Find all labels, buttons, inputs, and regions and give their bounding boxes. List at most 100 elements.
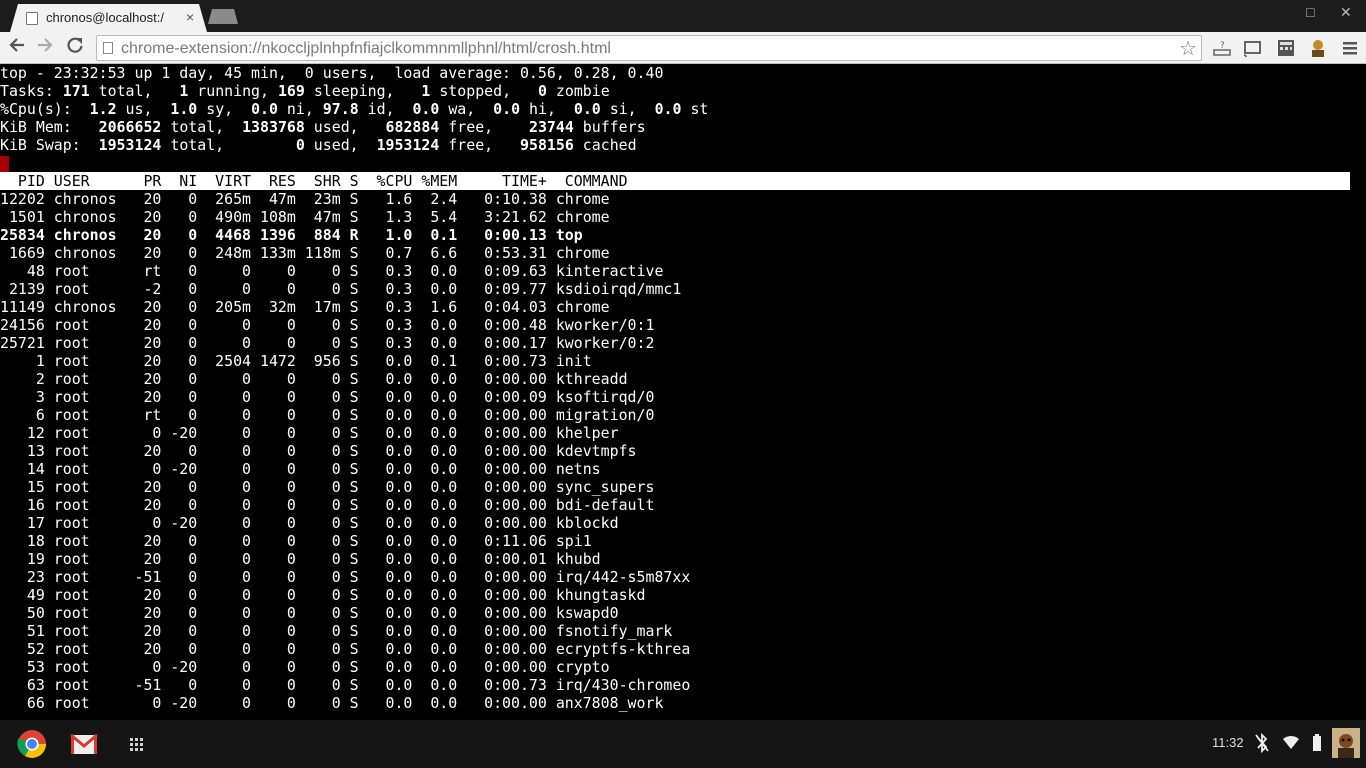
system-clock[interactable]: 11:32	[1212, 735, 1244, 750]
battery-icon[interactable]	[1312, 733, 1322, 753]
summary-text: 958156	[520, 136, 574, 154]
summary-text: stopped,	[430, 82, 538, 100]
address-bar[interactable]: chrome-extension://nkoccljplnhpfnfiajclk…	[96, 35, 1202, 61]
summary-line: Tasks: 171 total, 1 running, 169 sleepin…	[0, 82, 610, 100]
process-row: 3 root 20 0 0 0 0 S 0.0 0.0 0:00.09 ksof…	[0, 388, 655, 406]
summary-line: KiB Swap: 1953124 total, 0 used, 1953124…	[0, 136, 637, 154]
terminal-output[interactable]: top - 23:32:53 up 1 day, 45 min, 0 users…	[0, 64, 1366, 720]
summary-text: total,	[89, 82, 180, 100]
summary-text: 171	[62, 82, 90, 100]
process-row: 53 root 0 -20 0 0 0 S 0.0 0.0 0:00.00 cr…	[0, 658, 610, 676]
summary-text: free,	[439, 136, 521, 154]
wifi-icon[interactable]	[1282, 733, 1300, 753]
process-row: 1669 chronos 20 0 248m 133m 118m S 0.7 6…	[0, 244, 610, 262]
summary-text: wa,	[439, 100, 494, 118]
summary-text: 1.0	[170, 100, 198, 118]
summary-text: Tasks:	[0, 82, 63, 100]
maximize-icon[interactable]: □	[1306, 4, 1314, 20]
extension-icon[interactable]: ?	[1212, 38, 1232, 58]
process-row: 66 root 0 -20 0 0 0 S 0.0 0.0 0:00.00 an…	[0, 694, 664, 712]
summary-text: used,	[304, 136, 377, 154]
process-row: 18 root 20 0 0 0 0 S 0.0 0.0 0:11.06 spi…	[0, 532, 592, 550]
process-row: 1 root 20 0 2504 1472 956 S 0.0 0.1 0:00…	[0, 352, 592, 370]
summary-text: cached	[573, 136, 637, 154]
bluetooth-off-icon[interactable]	[1254, 732, 1270, 754]
summary-text: sleeping,	[304, 82, 422, 100]
summary-text: free,	[439, 118, 529, 136]
tab-strip: chronos@localhost:/ × □ ✕	[0, 0, 1366, 32]
summary-text: 0.0	[251, 100, 278, 118]
calculator-icon[interactable]	[1276, 38, 1296, 58]
summary-text: 2066652	[98, 118, 162, 136]
process-table-header: PID USER PR NI VIRT RES SHR S %CPU %MEM …	[0, 172, 1350, 190]
summary-text: sy,	[197, 100, 252, 118]
bookmark-star-icon[interactable]: ☆	[1179, 36, 1197, 61]
process-row: 50 root 20 0 0 0 0 S 0.0 0.0 0:00.00 ksw…	[0, 604, 619, 622]
process-row: 24156 root 20 0 0 0 0 S 0.3 0.0 0:00.48 …	[0, 316, 655, 334]
page-icon	[26, 12, 38, 25]
process-row: 2139 root -2 0 0 0 0 S 0.3 0.0 0:09.77 k…	[0, 280, 682, 298]
process-row: 63 root -51 0 0 0 0 S 0.0 0.0 0:00.73 ir…	[0, 676, 691, 694]
tab-close-icon[interactable]: ×	[186, 9, 194, 25]
summary-text: si,	[600, 100, 655, 118]
summary-line: %Cpu(s): 1.2 us, 1.0 sy, 0.0 ni, 97.8 id…	[0, 100, 708, 118]
summary-text: %Cpu(s):	[0, 100, 90, 118]
summary-text: 97.8	[322, 100, 359, 118]
user-avatar[interactable]	[1332, 728, 1360, 760]
summary-text: hi,	[520, 100, 574, 118]
menu-icon[interactable]	[1340, 38, 1360, 58]
process-row: 1501 chronos 20 0 490m 108m 47m S 1.3 5.…	[0, 208, 610, 226]
summary-text: 0	[537, 82, 547, 100]
back-icon[interactable]	[8, 36, 26, 59]
forward-icon[interactable]	[36, 36, 54, 59]
summary-text: 1383768	[242, 118, 305, 136]
profile-extension-icon[interactable]	[1308, 38, 1328, 58]
app-launcher-icon[interactable]	[120, 728, 152, 760]
shelf: 11:32	[0, 720, 1366, 768]
summary-line: KiB Mem: 2066652 total, 1383768 used, 68…	[0, 118, 646, 136]
summary-text: KiB Mem:	[0, 118, 99, 136]
process-row: 48 root rt 0 0 0 0 S 0.3 0.0 0:09.63 kin…	[0, 262, 664, 280]
summary-text: 682884	[385, 118, 440, 136]
summary-text: zombie	[546, 82, 610, 100]
summary-text: KiB Swap:	[0, 136, 99, 154]
cast-icon[interactable]	[1242, 38, 1262, 58]
process-row: 13 root 20 0 0 0 0 S 0.0 0.0 0:00.00 kde…	[0, 442, 637, 460]
process-row: 51 root 20 0 0 0 0 S 0.0 0.0 0:00.00 fsn…	[0, 622, 673, 640]
process-row: 23 root -51 0 0 0 0 S 0.0 0.0 0:00.00 ir…	[0, 568, 691, 586]
summary-text: 1	[179, 82, 189, 100]
summary-text: id,	[358, 100, 413, 118]
summary-text: buffers	[573, 118, 646, 136]
chrome-icon[interactable]	[16, 728, 48, 760]
url-text[interactable]: chrome-extension://nkoccljplnhpfnfiajclk…	[121, 40, 611, 58]
terminal-cursor	[0, 156, 9, 173]
summary-text: total,	[161, 136, 296, 154]
process-row: 17 root 0 -20 0 0 0 S 0.0 0.0 0:00.00 kb…	[0, 514, 619, 532]
process-row: 19 root 20 0 0 0 0 S 0.0 0.0 0:00.01 khu…	[0, 550, 601, 568]
process-row: 14 root 0 -20 0 0 0 S 0.0 0.0 0:00.00 ne…	[0, 460, 601, 478]
summary-line: top - 23:32:53 up 1 day, 45 min, 0 users…	[0, 64, 663, 82]
process-row: 2 root 20 0 0 0 0 S 0.0 0.0 0:00.00 kthr…	[0, 370, 628, 388]
process-row: 12 root 0 -20 0 0 0 S 0.0 0.0 0:00.00 kh…	[0, 424, 619, 442]
close-window-icon[interactable]: ✕	[1340, 4, 1352, 21]
tab-title: chronos@localhost:/	[46, 10, 164, 25]
summary-text: used,	[304, 118, 386, 136]
summary-text: 1953124	[376, 136, 440, 154]
summary-text: 1953124	[98, 136, 162, 154]
new-tab-button[interactable]	[208, 9, 238, 24]
summary-text: 0.0	[412, 100, 440, 118]
summary-text: top - 23:32:53 up 1 day, 45 min, 0 users…	[0, 64, 664, 82]
terminal-scrollbar[interactable]	[1350, 64, 1366, 720]
gmail-icon[interactable]	[68, 728, 100, 760]
process-row: 16 root 20 0 0 0 0 S 0.0 0.0 0:00.00 bdi…	[0, 496, 655, 514]
process-row: 25834 chronos 20 0 4468 1396 884 R 1.0 0…	[0, 226, 583, 244]
reload-icon[interactable]	[66, 36, 84, 59]
process-row: 6 root rt 0 0 0 0 S 0.0 0.0 0:00.00 migr…	[0, 406, 655, 424]
process-row: 25721 root 20 0 0 0 0 S 0.3 0.0 0:00.17 …	[0, 334, 655, 352]
svg-text:?: ?	[1220, 41, 1225, 51]
summary-text: running,	[188, 82, 278, 100]
browser-toolbar: chrome-extension://nkoccljplnhpfnfiajclk…	[0, 32, 1366, 64]
summary-text: ni,	[277, 100, 323, 118]
summary-text: 23744	[528, 118, 574, 136]
tab-crosh[interactable]: chronos@localhost:/ ×	[10, 4, 207, 32]
